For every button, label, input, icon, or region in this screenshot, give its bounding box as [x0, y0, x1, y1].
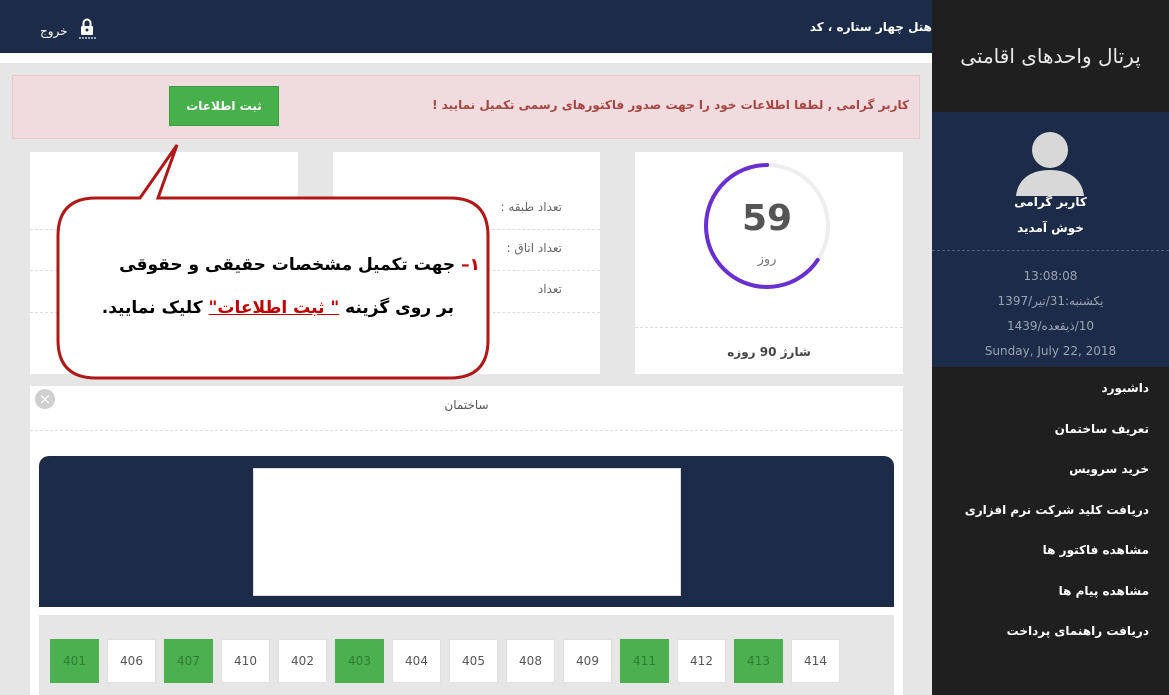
nav-dashboard[interactable]: داشبورد	[932, 368, 1169, 409]
room-408[interactable]: 408	[506, 639, 555, 683]
callout-highlight: " ثبت اطلاعات"	[208, 298, 340, 318]
rooms-area: 401 406 407 410 402 403 404 405 408 409 411 412 413 4…	[39, 615, 894, 695]
main-content: کاربر گرامی , لطفا اطلاعات خود را جهت صد…	[0, 53, 932, 695]
callout-line-1-text: جهت تکمیل مشخصات حقیقی و حقوقی	[119, 255, 462, 275]
callout-line-2-suffix: کلیک نمایید.	[101, 298, 209, 318]
floors-label: تعداد طبقه :	[500, 200, 562, 214]
nav-define-building[interactable]: تعریف ساختمان	[932, 409, 1169, 450]
greeting-line-1: کاربر گرامی	[1014, 195, 1087, 209]
nav-software-key[interactable]: دریافت کلید شرکت نرم افزاری	[932, 490, 1169, 531]
room-402[interactable]: 402	[278, 639, 327, 683]
stat-divider	[30, 229, 298, 230]
top-strip	[0, 53, 932, 63]
nav-buy-service[interactable]: خرید سرویس	[932, 449, 1169, 490]
card-divider	[635, 327, 903, 328]
room-409[interactable]: 409	[563, 639, 612, 683]
nav-view-invoices[interactable]: مشاهده فاکتور ها	[932, 530, 1169, 571]
callout-step-number: ۱–	[461, 255, 480, 275]
building-panel: × ساختمان 401 406 407 410 402 403 404 405 408 409…	[30, 386, 903, 695]
logout-label: خروج	[40, 23, 68, 38]
room-411[interactable]: 411	[620, 639, 669, 683]
profile-divider	[932, 250, 1169, 251]
charge-label: شارژ 90 روزه	[727, 345, 811, 359]
days-unit: روز	[757, 252, 777, 267]
sidebar-nav: داشبورد تعریف ساختمان خرید سرویس دریافت …	[932, 368, 1169, 652]
stat-divider	[333, 229, 600, 230]
info-alert: کاربر گرامی , لطفا اطلاعات خود را جهت صد…	[12, 75, 920, 139]
top-bar: هتل چهار ستاره ، کد خروج	[0, 0, 932, 53]
room-414[interactable]: 414	[791, 639, 840, 683]
building-title: ساختمان	[444, 398, 489, 412]
days-remaining-card: 59 روز شارژ 90 روزه	[635, 152, 903, 374]
room-401[interactable]: 401	[50, 639, 99, 683]
portal-brand[interactable]: پرتال واحدهای اقامتی	[960, 44, 1141, 68]
room-list: 401 406 407 410 402 403 404 405 408 409 411 412 413 4…	[50, 639, 840, 683]
sidebar: پرتال واحدهای اقامتی کاربر گرامی خوش آمد…	[932, 0, 1169, 695]
profile-panel: کاربر گرامی خوش آمدید 13:08:08 یکشنبه:31…	[932, 112, 1169, 367]
room-405[interactable]: 405	[449, 639, 498, 683]
room-407[interactable]: 407	[164, 639, 213, 683]
callout-line-2: بر روی گزینه " ثبت اطلاعات" کلیک نمایید.	[80, 298, 454, 318]
register-info-button[interactable]: ثبت اطلاعات	[169, 86, 279, 126]
date-shamsi: یکشنبه:31/تیر/1397	[997, 294, 1104, 308]
room-410[interactable]: 410	[221, 639, 270, 683]
room-413[interactable]: 413	[734, 639, 783, 683]
logout-button[interactable]: خروج	[40, 18, 96, 43]
date-gregorian: Sunday, July 22, 2018	[984, 344, 1117, 358]
rooms-label: تعداد اتاق :	[506, 241, 562, 255]
room-403[interactable]: 403	[335, 639, 384, 683]
floor-plan	[39, 456, 894, 607]
third-stat-label: تعداد	[537, 282, 562, 296]
nav-payment-guide[interactable]: دریافت راهنمای پرداخت	[932, 611, 1169, 652]
alert-text: کاربر گرامی , لطفا اطلاعات خود را جهت صد…	[432, 98, 909, 112]
user-avatar-icon	[1016, 132, 1084, 196]
callout-line-1: ۱– جهت تکمیل مشخصات حقیقی و حقوقی	[80, 255, 480, 275]
room-406[interactable]: 406	[107, 639, 156, 683]
sidebar-header: پرتال واحدهای اقامتی	[932, 0, 1169, 112]
building-divider	[30, 430, 903, 431]
floor-plan-canvas	[253, 468, 681, 596]
nav-view-messages[interactable]: مشاهده پیام ها	[932, 571, 1169, 612]
days-value: 59	[741, 198, 793, 239]
current-time: 13:08:08	[1023, 269, 1078, 283]
greeting-line-2: خوش آمدید	[1017, 221, 1084, 235]
callout-line-2-prefix: بر روی گزینه	[339, 298, 454, 318]
date-hijri: 10/ذیقعده/1439	[1006, 319, 1095, 333]
lock-icon	[78, 18, 96, 43]
hotel-title: هتل چهار ستاره ، کد	[809, 20, 932, 34]
room-412[interactable]: 412	[677, 639, 726, 683]
room-404[interactable]: 404	[392, 639, 441, 683]
